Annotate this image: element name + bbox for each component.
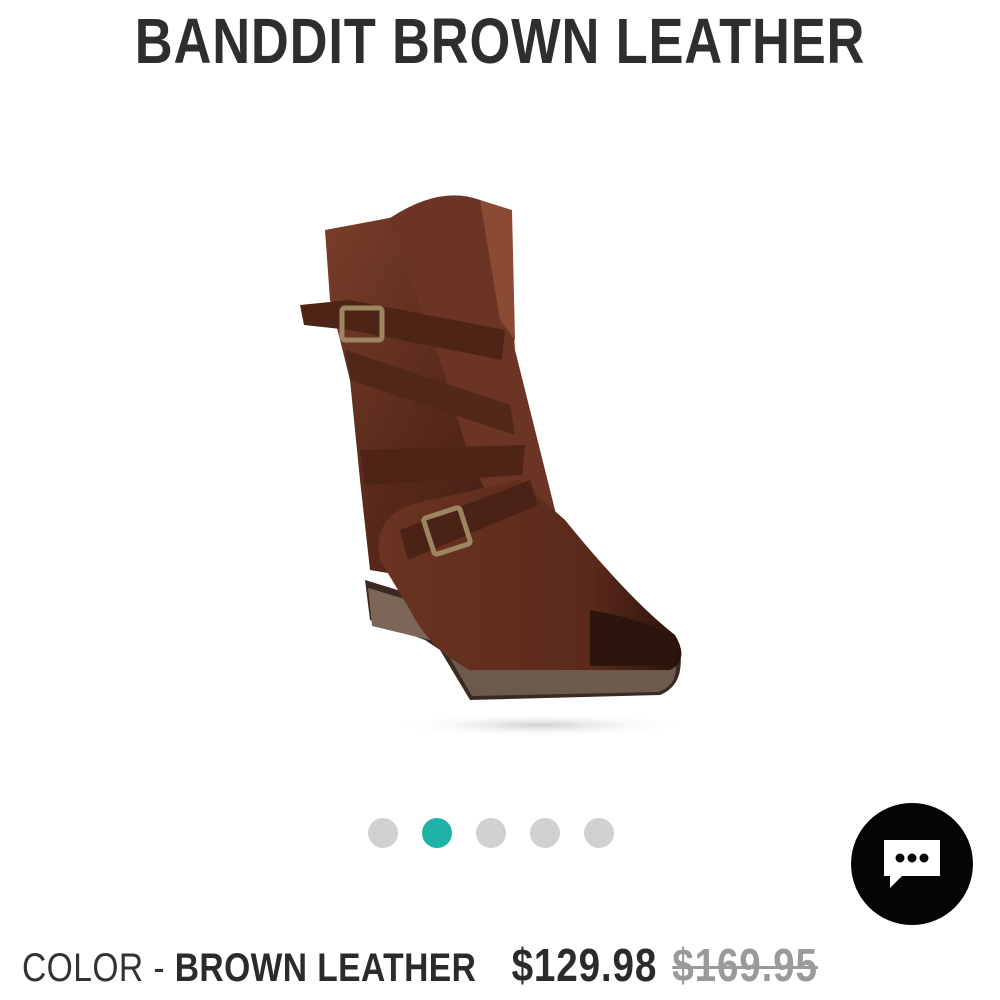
- chat-button[interactable]: [851, 803, 973, 925]
- carousel-dot-3[interactable]: [476, 818, 506, 848]
- carousel-dot-5[interactable]: [584, 818, 614, 848]
- carousel-dot-2-active[interactable]: [422, 818, 452, 848]
- chat-bubble-icon: [884, 840, 940, 888]
- original-price: $169.95: [672, 939, 818, 991]
- product-image[interactable]: [290, 180, 710, 740]
- boot-illustration: [300, 195, 690, 737]
- carousel-dots: [368, 818, 614, 848]
- carousel-dot-1[interactable]: [368, 818, 398, 848]
- product-info-row: COLOR - BROWN LEATHER $129.98 $169.95: [22, 938, 1000, 994]
- carousel-dot-4[interactable]: [530, 818, 560, 848]
- sale-price: $129.98: [511, 939, 658, 991]
- product-title: BANDDIT BROWN LEATHER: [134, 5, 866, 77]
- color-value: BROWN LEATHER: [174, 946, 477, 990]
- color-label: COLOR -: [22, 946, 175, 990]
